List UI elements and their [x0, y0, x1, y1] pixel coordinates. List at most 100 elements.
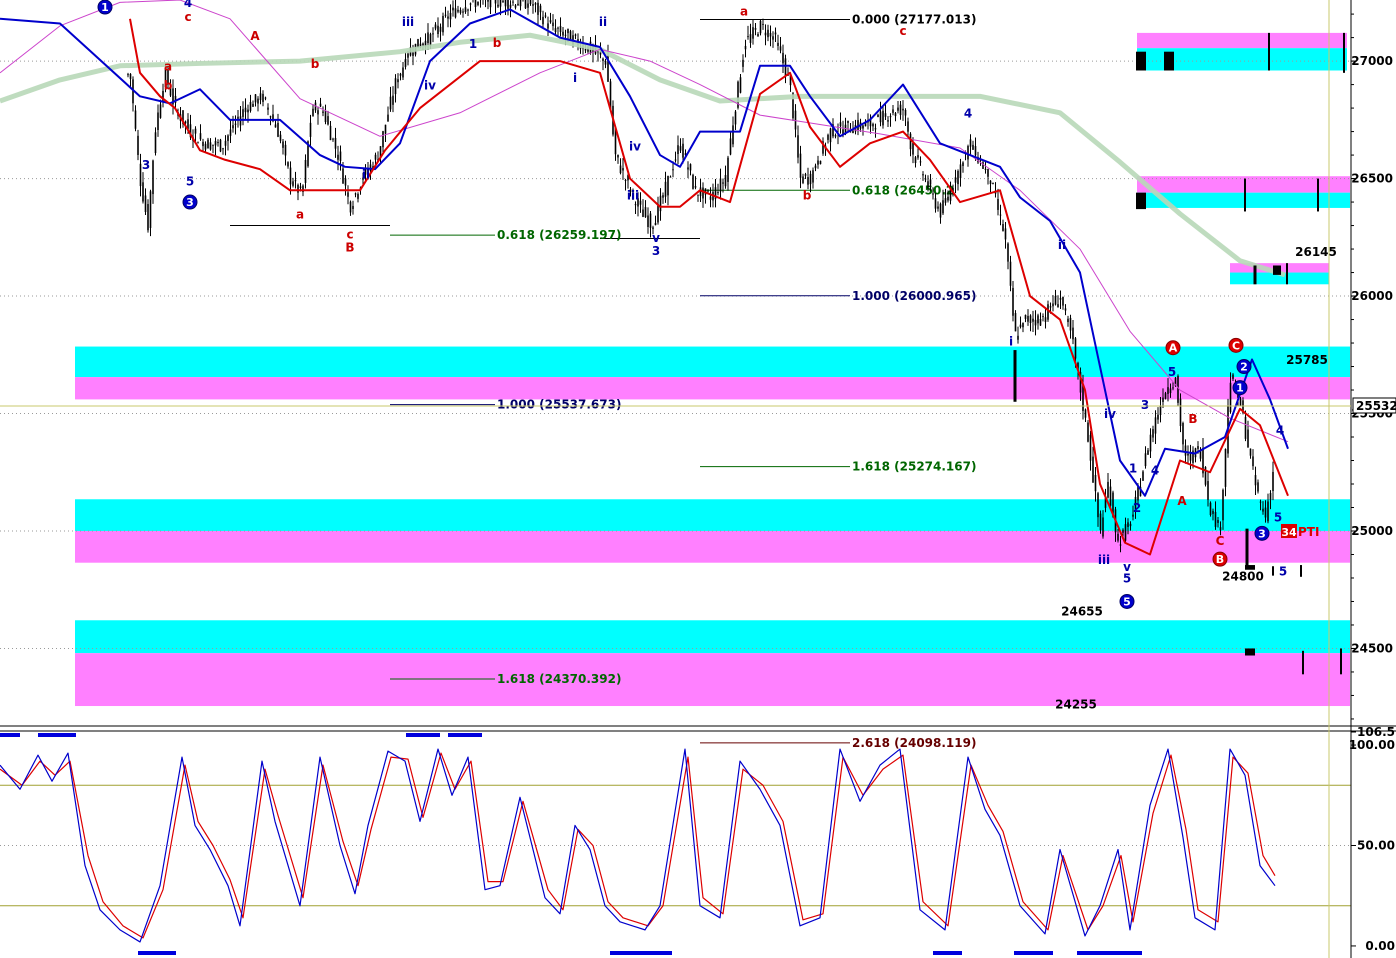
candle-body [464, 7, 467, 13]
wave-label-23: b [803, 189, 812, 203]
candle-body [1154, 417, 1157, 434]
zone-marker-1 [1164, 51, 1174, 71]
candle-body [664, 181, 667, 197]
candle-body [1197, 446, 1199, 449]
candle-body [1169, 388, 1172, 394]
candle-body [707, 190, 709, 192]
candle-body [447, 16, 449, 19]
candle-body [719, 178, 722, 192]
zone-marker-11 [1245, 528, 1249, 569]
candle-body [209, 142, 212, 150]
candle-body [709, 196, 712, 200]
zone-magenta-3 [75, 530, 1350, 563]
candle-body [889, 115, 892, 118]
circle-label-4: 2 [1240, 361, 1248, 374]
candle-body [394, 78, 397, 95]
fib-label-2: 0.618 (26259.197) [497, 228, 621, 242]
candle-body [797, 135, 799, 158]
candle-body [1034, 319, 1037, 326]
candle-body [532, 4, 534, 6]
candle-body [519, 0, 522, 7]
candle-body [352, 205, 354, 210]
wave-label-42: 5 [1279, 565, 1287, 579]
candle-body [1009, 261, 1012, 286]
candle-body [804, 174, 807, 176]
candle-body [392, 95, 394, 105]
zone-marker-9 [1286, 263, 1288, 285]
wave-label-15: b [493, 36, 502, 50]
candle-body [897, 107, 899, 111]
candle-body [1172, 387, 1174, 389]
candle-body [449, 12, 452, 20]
candle-body [619, 165, 622, 174]
candle-body [437, 25, 439, 35]
candle-body [899, 104, 902, 116]
candle-body [1122, 529, 1124, 533]
candle-body [827, 134, 829, 140]
osc-bottom-bar-0 [138, 951, 176, 955]
candle-body [829, 128, 832, 143]
axis-label-24500: 24500 [1351, 641, 1393, 655]
candle-body [894, 113, 897, 117]
candle-body [292, 181, 294, 186]
candle-body [559, 26, 562, 32]
candle-body [1207, 481, 1209, 500]
candle-body [1024, 314, 1027, 319]
candle-body [944, 198, 947, 203]
candle-body [219, 139, 222, 152]
wave-label-29: iii [1098, 553, 1110, 567]
candle-body [227, 135, 229, 142]
candle-body [469, 3, 472, 5]
fib-label-5: 1.618 (25274.167) [852, 460, 976, 474]
zone-marker-16 [1302, 650, 1304, 675]
wave-label-24: c [899, 24, 906, 38]
candle-body [997, 199, 999, 210]
zone-marker-13 [1272, 566, 1274, 576]
candle-body [1149, 434, 1152, 452]
candle-body [782, 52, 784, 64]
wave-label-4: b [164, 78, 173, 92]
candle-body [934, 198, 937, 209]
candle-body [1084, 409, 1087, 418]
candle-body [1052, 303, 1054, 307]
candle-body [1217, 520, 1219, 523]
candle-body [784, 58, 787, 77]
zone-marker-3 [1343, 32, 1345, 73]
candle-body [477, 1, 479, 5]
candle-body [1264, 507, 1267, 518]
wave-label-8: a [296, 208, 304, 222]
candle-body [212, 144, 214, 146]
candle-body [407, 53, 409, 58]
candle-body [1159, 405, 1162, 415]
candle-body [387, 114, 389, 122]
candle-body [127, 74, 129, 76]
candle-body [299, 186, 302, 188]
candle-body [1214, 511, 1217, 527]
wave-label-10: B [345, 240, 354, 254]
candle-body [207, 139, 209, 149]
candle-body [1209, 502, 1212, 516]
wave-label-36: 5 [1168, 365, 1176, 379]
candle-body [667, 175, 669, 196]
candle-body [1067, 318, 1069, 323]
candle-body [677, 145, 679, 155]
candle-body [257, 98, 259, 104]
candle-body [1179, 398, 1182, 427]
candle-body [1029, 315, 1032, 324]
candle-body [344, 178, 347, 186]
candle-body [197, 142, 199, 144]
candle-body [324, 110, 327, 122]
candle-body [1167, 387, 1169, 394]
candle-body [922, 174, 924, 176]
candle-body [957, 170, 959, 185]
candle-body [729, 138, 732, 155]
candle-body [754, 27, 757, 30]
candle-body [244, 107, 247, 113]
wave-label-35: 4 [1151, 464, 1159, 478]
zone-marker-2 [1268, 32, 1270, 71]
zone-cyan-0 [75, 346, 1350, 378]
candle-body [564, 34, 567, 36]
circle-label-3: 1 [1236, 382, 1244, 395]
candle-body [357, 193, 359, 199]
candle-body [422, 43, 424, 46]
